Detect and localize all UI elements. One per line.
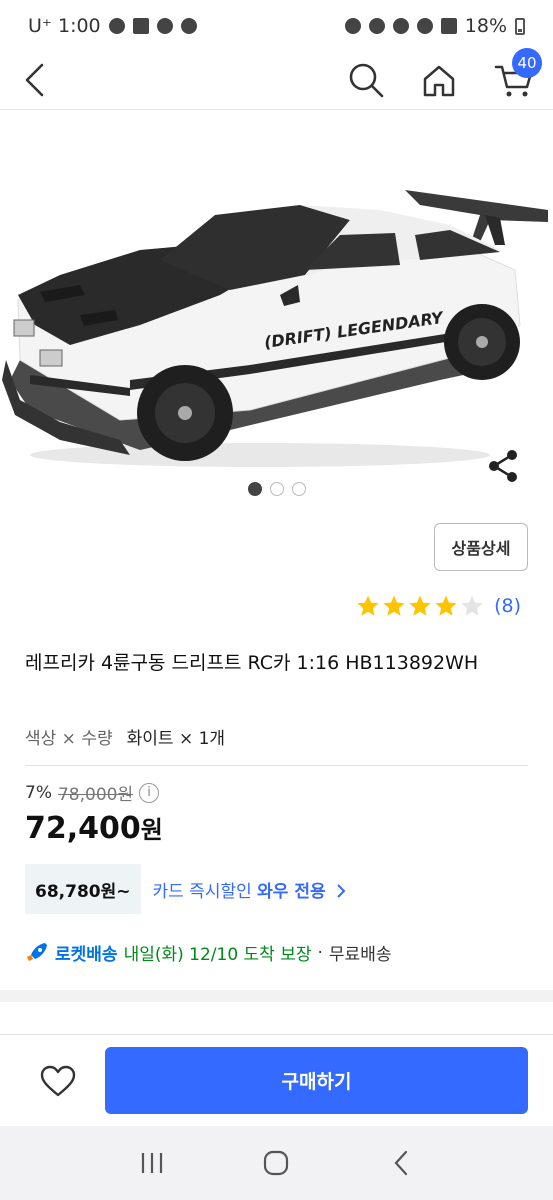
home-nav-button[interactable] (256, 1143, 296, 1183)
heart-icon (40, 1065, 76, 1097)
option-value: 화이트 × 1개 (126, 729, 226, 749)
mute-icon (392, 18, 409, 34)
recent-apps-icon (142, 1153, 163, 1173)
section-divider (0, 990, 553, 1002)
separator: · (317, 942, 323, 963)
back-nav-button[interactable] (381, 1143, 421, 1183)
card-discount-text: 카드 즉시할인 와우 전용 (153, 877, 348, 902)
product-image: (DRIFT) LEGENDARY (2, 190, 548, 467)
gallery-dot[interactable] (291, 482, 306, 496)
gallery-dot[interactable] (269, 482, 284, 496)
cart-count-badge: 40 (512, 48, 542, 78)
card-discount-row[interactable]: 68,780원~ 카드 즉시할인 와우 전용 (25, 864, 347, 914)
rocket-icon (27, 942, 47, 961)
home-icon (423, 65, 455, 97)
product-image-gallery[interactable]: (DRIFT) LEGENDARY (0, 110, 553, 510)
option-label: 색상 × 수량 (25, 729, 113, 749)
back-nav-icon (394, 1150, 407, 1176)
chat-icon (180, 18, 197, 34)
star-filled-icon (383, 595, 405, 616)
alarm-icon (344, 18, 361, 34)
original-price: 78,000원 (57, 785, 134, 805)
battery-icon (515, 17, 525, 35)
star-filled-icon (435, 595, 457, 616)
gallery-indicator (0, 482, 553, 496)
location-icon (156, 18, 173, 34)
share-icon (489, 450, 517, 482)
back-icon (25, 63, 44, 97)
recent-apps-button[interactable] (132, 1143, 172, 1183)
star-empty-icon (461, 595, 483, 616)
rating[interactable]: (8) (356, 594, 521, 618)
checkbox-icon (132, 18, 149, 34)
product-detail-button[interactable]: 상품상세 (434, 523, 528, 571)
free-shipping: 무료배송 (328, 945, 392, 965)
discount-row: 7% 78,000원 i (25, 780, 160, 805)
delivery-row: 로켓배송 내일(화) 12/10 도착 보장 · 무료배송 (25, 940, 391, 965)
product-title: 레프리카 4륜구동 드리프트 RC카 1:16 HB113892WH (25, 652, 479, 674)
chevron-right-icon (337, 883, 346, 898)
top-nav: 40 (0, 48, 553, 110)
android-nav-bar (0, 1126, 553, 1200)
account-icon (108, 18, 125, 34)
home-circle-icon (264, 1150, 289, 1176)
home-button[interactable] (415, 56, 463, 104)
discount-rate: 7% (25, 782, 52, 803)
buy-button[interactable]: 구매하기 (105, 1047, 528, 1114)
status-bar: U⁺ 1:00 18% (0, 0, 553, 52)
card-price: 68,780원~ (25, 864, 141, 914)
wifi-icon (416, 18, 433, 34)
search-icon (349, 63, 384, 98)
battery-percent: 18% (464, 15, 507, 37)
divider (25, 765, 528, 766)
rocket-delivery-label: 로켓배송 (55, 945, 118, 965)
search-button[interactable] (342, 56, 390, 104)
star-filled-icon (357, 595, 379, 616)
option-row: 색상 × 수량 화이트 × 1개 (25, 724, 225, 749)
share-button[interactable] (483, 446, 523, 486)
star-filled-icon (409, 595, 431, 616)
gallery-dot[interactable] (247, 482, 262, 496)
back-button[interactable] (12, 56, 60, 104)
wow-only-label: 와우 전용 (257, 881, 326, 902)
delivery-date: 내일(화) 12/10 도착 보장 (123, 945, 312, 965)
bottom-action-bar: 구매하기 (0, 1034, 553, 1126)
signal-icon (440, 18, 457, 34)
sale-price-unit: 원 (140, 816, 163, 844)
review-count[interactable]: (8) (494, 595, 521, 617)
sale-price: 72,400원 (25, 810, 163, 846)
info-icon[interactable]: i (139, 782, 160, 803)
cart-button[interactable]: 40 (490, 48, 542, 104)
sale-price-number: 72,400 (25, 811, 141, 846)
wishlist-button[interactable] (38, 1061, 78, 1101)
carrier-time: U⁺ 1:00 (28, 15, 101, 37)
bluetooth-icon (368, 18, 385, 34)
